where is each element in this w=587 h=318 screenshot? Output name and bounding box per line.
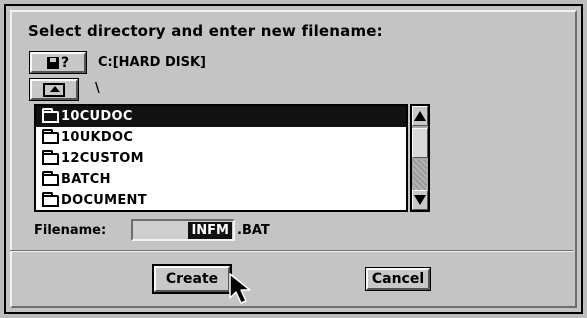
disk-icon (46, 56, 59, 69)
list-item-label: BATCH (61, 172, 111, 187)
folder-icon (42, 107, 59, 123)
filename-value: INFM (188, 221, 232, 239)
scroll-up-button[interactable] (412, 106, 428, 126)
filename-label: Filename: (34, 223, 107, 238)
scroll-down-button[interactable] (412, 190, 428, 210)
folder-up-icon (43, 82, 65, 97)
list-item[interactable]: 10CUDOC (36, 106, 406, 127)
folder-icon (42, 149, 59, 165)
scroll-track[interactable] (413, 160, 427, 190)
filename-extension: .BAT (237, 223, 270, 238)
list-item[interactable]: DOCUMENT (36, 190, 406, 210)
list-item-label: 10CUDOC (61, 109, 133, 124)
create-button[interactable]: Create (152, 264, 232, 294)
drive-button-label: ? (60, 54, 70, 71)
list-item[interactable]: BATCH (36, 169, 406, 190)
filename-input[interactable]: INFM (131, 219, 235, 241)
arrow-down-icon (414, 195, 426, 205)
current-path: \ (95, 81, 100, 96)
cancel-button[interactable]: Cancel (365, 267, 431, 291)
list-item[interactable]: 12CUSTOM (36, 148, 406, 169)
list-item-label: 12CUSTOM (61, 151, 144, 166)
folder-icon (42, 191, 59, 207)
list-item-label: 10UKDOC (61, 130, 134, 145)
divider (10, 250, 573, 252)
parent-directory-button[interactable] (29, 78, 79, 101)
current-drive: C:[HARD DISK] (98, 55, 206, 70)
list-item-label: DOCUMENT (61, 193, 147, 208)
arrow-up-icon (414, 111, 426, 121)
scroll-thumb[interactable] (412, 128, 428, 158)
folder-icon (42, 128, 59, 144)
list-item[interactable]: 10UKDOC (36, 127, 406, 148)
drive-select-button[interactable]: ? (29, 51, 87, 74)
vertical-scrollbar[interactable] (410, 104, 430, 212)
directory-list[interactable]: 10CUDOC 10UKDOC 12CUSTOM BATCH DOCUMENT (34, 104, 408, 212)
mouse-pointer-icon (229, 273, 251, 304)
dialog-title: Select directory and enter new filename: (28, 22, 383, 40)
folder-icon (42, 170, 59, 186)
